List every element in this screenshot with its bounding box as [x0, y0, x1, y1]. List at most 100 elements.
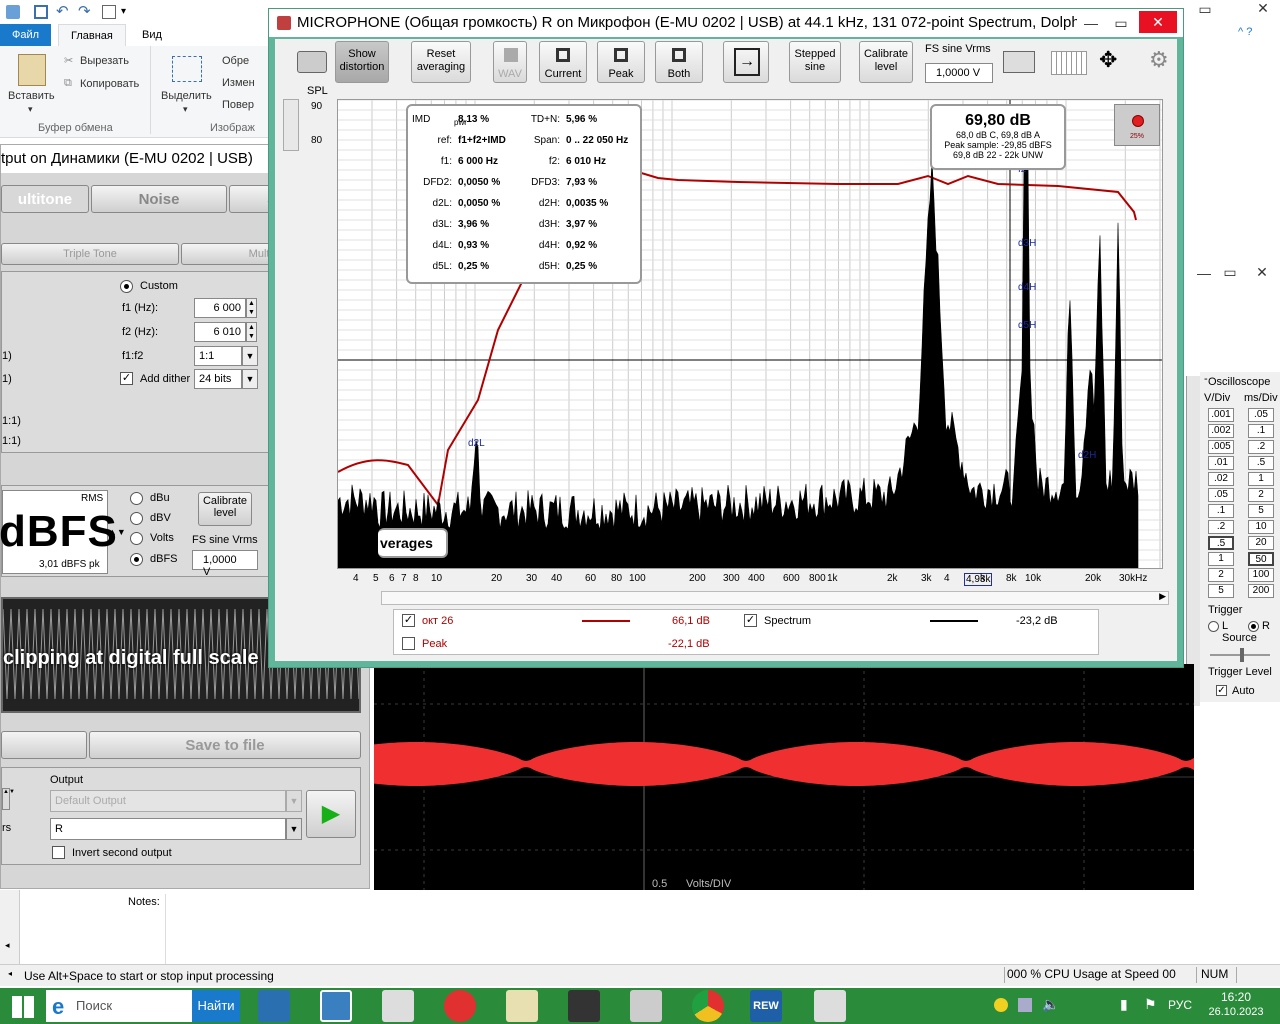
- vdiv-button[interactable]: .005: [1208, 440, 1234, 454]
- record-button[interactable]: 25%: [1114, 104, 1160, 146]
- dither-checkbox[interactable]: ✓: [120, 372, 133, 385]
- output-channel-dropdown-icon[interactable]: ▼: [286, 818, 302, 840]
- clock-time[interactable]: 16:20: [1208, 990, 1264, 1004]
- taskbar-paint-icon[interactable]: [814, 990, 846, 1022]
- msdiv-button[interactable]: 20: [1248, 536, 1274, 550]
- battery-icon[interactable]: ▮: [1120, 996, 1128, 1013]
- speaker-icon[interactable]: 🔈: [1042, 996, 1059, 1013]
- qat-dropdown-icon[interactable]: ▾: [121, 6, 126, 17]
- msdiv-button[interactable]: .5: [1248, 456, 1274, 470]
- tab-noise[interactable]: Noise: [91, 185, 227, 213]
- tab-home[interactable]: Главная: [58, 24, 126, 46]
- clock-date[interactable]: 26.10.2023: [1204, 1006, 1268, 1018]
- auto-checkbox[interactable]: ✓: [1216, 685, 1227, 696]
- unit-dbu-radio[interactable]: [130, 492, 143, 505]
- unit-volts-radio[interactable]: [130, 532, 143, 545]
- vdiv-button[interactable]: .02: [1208, 472, 1234, 486]
- current-button[interactable]: Current: [539, 41, 587, 83]
- language-indicator[interactable]: РУС: [1168, 998, 1192, 1012]
- msdiv-button[interactable]: 5: [1248, 504, 1274, 518]
- vdiv-button[interactable]: .05: [1208, 488, 1234, 502]
- trigger-level-slider[interactable]: [1210, 648, 1270, 662]
- taskbar-app1-icon[interactable]: [258, 990, 290, 1022]
- save-icon[interactable]: [34, 5, 48, 19]
- ratio-select[interactable]: 1:1: [194, 346, 242, 366]
- msdiv-button[interactable]: .2: [1248, 440, 1274, 454]
- cut-button[interactable]: Вырезать: [80, 55, 129, 67]
- taskbar-app4-icon[interactable]: [444, 990, 476, 1022]
- msdiv-button[interactable]: .05: [1248, 408, 1274, 422]
- vdiv-button[interactable]: 1: [1208, 552, 1234, 566]
- taskbar-explorer-icon[interactable]: [320, 990, 352, 1022]
- paste-icon[interactable]: [18, 54, 46, 86]
- subtab-triple-tone[interactable]: Triple Tone: [1, 243, 179, 265]
- copy-button[interactable]: Копировать: [80, 78, 139, 90]
- invert-checkbox[interactable]: [52, 846, 65, 859]
- vdiv-button[interactable]: .01: [1208, 456, 1234, 470]
- msdiv-button[interactable]: 1: [1248, 472, 1274, 486]
- f1-stepper[interactable]: ▲ ▼: [246, 298, 257, 318]
- msdiv-button[interactable]: .1: [1248, 424, 1274, 438]
- f2-stepper[interactable]: ▲ ▼: [246, 322, 257, 342]
- custom-radio[interactable]: [120, 280, 133, 293]
- unit-dbfs-radio[interactable]: [130, 553, 143, 566]
- reset-averaging-button[interactable]: Reset averaging: [411, 41, 471, 83]
- search-box[interactable]: e Поиск Найти: [46, 990, 240, 1022]
- f1-input[interactable]: 6 000: [194, 298, 246, 318]
- calibrate-level-button[interactable]: Calibrate level: [198, 492, 252, 526]
- select-icon[interactable]: [172, 56, 202, 82]
- msdiv-button[interactable]: 50: [1248, 552, 1274, 566]
- vdiv-button[interactable]: .001: [1208, 408, 1234, 422]
- paste-button[interactable]: Вставить: [8, 90, 55, 102]
- wav-button[interactable]: WAV: [493, 41, 527, 83]
- select-button[interactable]: Выделить: [161, 90, 212, 102]
- f2-input[interactable]: 6 010: [194, 322, 246, 342]
- legend-oct26-checkbox[interactable]: ✓: [402, 614, 415, 627]
- tab-multitone[interactable]: ultitone: [1, 185, 89, 213]
- resize-button[interactable]: Измен: [222, 77, 255, 89]
- stepped-sine-button[interactable]: Stepped sine: [789, 41, 841, 83]
- rta-fs-input[interactable]: 1,0000 V: [925, 63, 993, 83]
- y-scroll[interactable]: [283, 99, 299, 151]
- tab-view[interactable]: Вид: [130, 24, 174, 46]
- msdiv-button[interactable]: 100: [1248, 568, 1274, 582]
- search-button[interactable]: Найти: [192, 990, 240, 1022]
- settings-gear-icon[interactable]: ⚙: [1149, 47, 1169, 73]
- taskbar-scope-icon[interactable]: [568, 990, 600, 1022]
- rta-close-button[interactable]: ✕: [1139, 11, 1177, 33]
- trigger-l-radio[interactable]: [1208, 621, 1219, 632]
- export-button[interactable]: →: [723, 41, 769, 83]
- play-tab-button[interactable]: [1, 731, 87, 759]
- vdiv-button[interactable]: .1: [1208, 504, 1234, 518]
- taskbar-rew-icon[interactable]: REW: [750, 990, 782, 1022]
- save-to-file-button[interactable]: Save to file: [89, 731, 361, 759]
- vdiv-button[interactable]: .002: [1208, 424, 1234, 438]
- play-button[interactable]: ▶: [306, 790, 356, 838]
- tray-icon-2[interactable]: [1018, 998, 1032, 1012]
- dither-select[interactable]: 24 bits: [194, 369, 242, 389]
- rotate-button[interactable]: Повер: [222, 99, 254, 111]
- vdiv-button[interactable]: 2: [1208, 568, 1234, 582]
- vdiv-button[interactable]: .2: [1208, 520, 1234, 534]
- output-channel-select[interactable]: R: [50, 818, 286, 840]
- taskbar-notepad-icon[interactable]: [506, 990, 538, 1022]
- network-icon[interactable]: ⚑: [1144, 996, 1157, 1013]
- level-stepper[interactable]: ▲▼: [108, 490, 126, 574]
- qat-item-icon[interactable]: [102, 5, 116, 19]
- vdiv-button[interactable]: 5: [1208, 584, 1234, 598]
- bands-icon[interactable]: [1051, 51, 1087, 75]
- undo-icon[interactable]: ↶: [56, 2, 69, 20]
- legend-spectrum-checkbox[interactable]: ✓: [744, 614, 757, 627]
- ratio-dropdown-icon[interactable]: ▼: [242, 346, 258, 366]
- legend-peak-checkbox[interactable]: [402, 637, 415, 650]
- taskbar-app7-icon[interactable]: [630, 990, 662, 1022]
- sound-card-icon[interactable]: [1003, 51, 1035, 73]
- output-device-select[interactable]: Default Output: [50, 790, 286, 812]
- start-windows-icon[interactable]: [12, 996, 34, 1018]
- calibrate-level-rta-button[interactable]: Calibrate level: [859, 41, 913, 83]
- taskbar-chrome-icon[interactable]: [692, 990, 724, 1022]
- help-icon[interactable]: ^ ?: [1238, 26, 1252, 38]
- unit-dbv-radio[interactable]: [130, 512, 143, 525]
- redo-icon[interactable]: ↷: [78, 2, 91, 20]
- both-button[interactable]: Both: [655, 41, 703, 83]
